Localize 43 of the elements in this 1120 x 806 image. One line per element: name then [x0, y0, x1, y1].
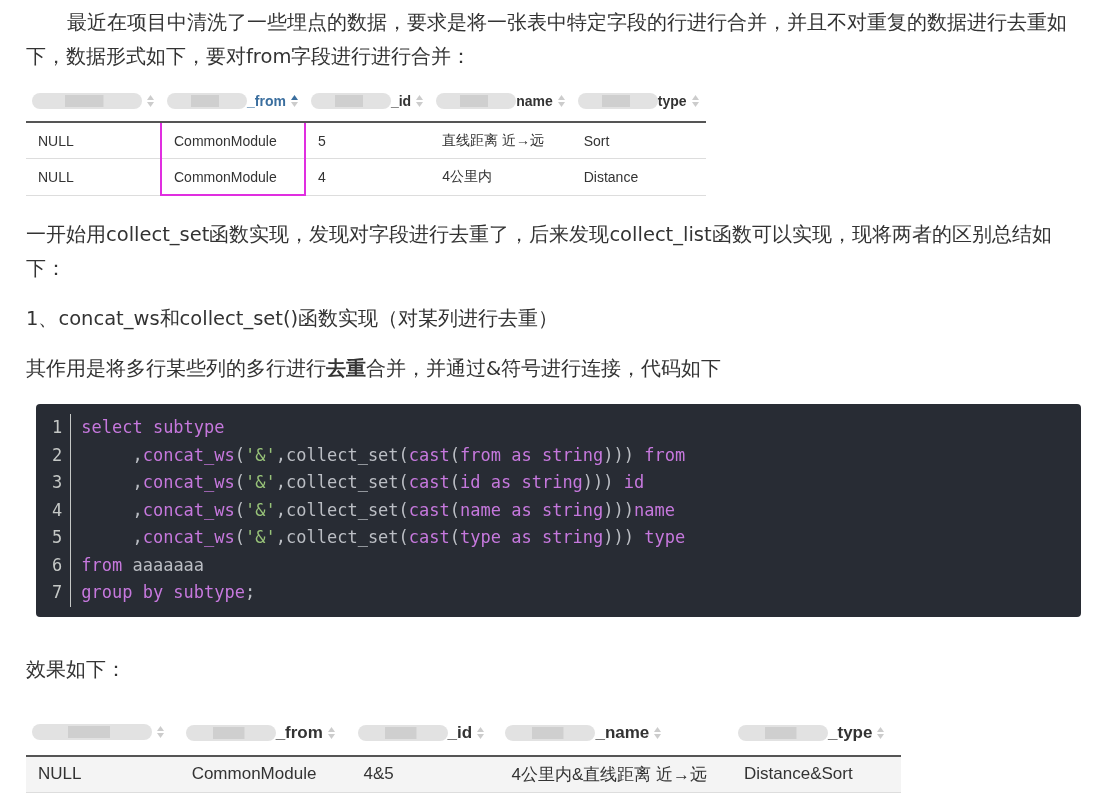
- table-cell: NULL: [38, 764, 82, 783]
- table-cell: 5: [317, 132, 326, 149]
- line-number: 1: [52, 416, 63, 439]
- table-cell: 4&5: [363, 764, 394, 783]
- column-header[interactable]: name: [516, 93, 553, 109]
- code-line: ,concat_ws('&',collect_set(cast(name as string)))name: [131, 498, 676, 522]
- code-line: ,concat_ws('&',collect_set(cast(from as string))) from: [131, 443, 686, 467]
- column-header[interactable]: _type: [828, 722, 873, 743]
- table-cell: 4公里内: [442, 167, 492, 184]
- column-header[interactable]: _id: [447, 722, 473, 743]
- table-cell: 4公里内&直线距离 近→远: [511, 764, 707, 784]
- line-number: 2: [52, 443, 63, 467]
- table-cell: 4: [317, 168, 326, 185]
- line-number: 6: [52, 553, 63, 577]
- paragraph: 其作用是将多行某些列的多行进行去重合并，并通过&符号进行连接，代码如下: [26, 356, 723, 382]
- code-line: from aaaaaaa: [81, 553, 206, 577]
- line-number: 5: [52, 526, 63, 549]
- sort-icon[interactable]: [289, 94, 299, 108]
- table-cell: 直线距离 近→远: [442, 131, 545, 148]
- code-line: ,concat_ws('&',collect_set(cast(id as string))) id: [131, 471, 646, 494]
- table-cell: Distance&Sort: [744, 764, 853, 783]
- table-cell: Distance: [583, 168, 639, 185]
- table-cell: CommonModule: [174, 168, 277, 185]
- paragraph: 最近在项目中清洗了一些埋点的数据，要求是将一张表中特定字段的行进行合并，并且不对重复的数据进行去重如下，数据形式如下，要对from字段进行进行合并：: [26, 10, 1068, 70]
- paragraph: 1、concat_ws和collect_set()函数实现（对某列进行去重）: [26, 306, 560, 332]
- column-header[interactable]: _from: [247, 93, 286, 109]
- table-cell: NULL: [38, 132, 74, 149]
- code-line: group by subtype;: [81, 581, 257, 604]
- table-cell: NULL: [38, 168, 74, 185]
- column-header[interactable]: type: [657, 93, 687, 109]
- code-line: ,concat_ws('&',collect_set(cast(type as string))) type: [131, 526, 686, 549]
- line-number: 4: [52, 498, 63, 522]
- line-number: 7: [52, 581, 63, 604]
- column-header[interactable]: _from: [275, 722, 323, 743]
- table-cell: Sort: [583, 132, 610, 149]
- column-header[interactable]: _name: [595, 722, 650, 743]
- paragraph: 一开始用collect_set函数实现，发现对字段进行去重了，后来发现collect_list函数可以实现，现将两者的区别总结如下：: [26, 222, 1053, 282]
- column-header[interactable]: _id: [390, 93, 412, 109]
- line-number: 3: [52, 471, 63, 494]
- table-cell: CommonModule: [174, 132, 277, 149]
- code-line: select subtype: [81, 416, 226, 439]
- table-cell: CommonModule: [191, 764, 317, 783]
- paragraph: 效果如下：: [26, 656, 127, 683]
